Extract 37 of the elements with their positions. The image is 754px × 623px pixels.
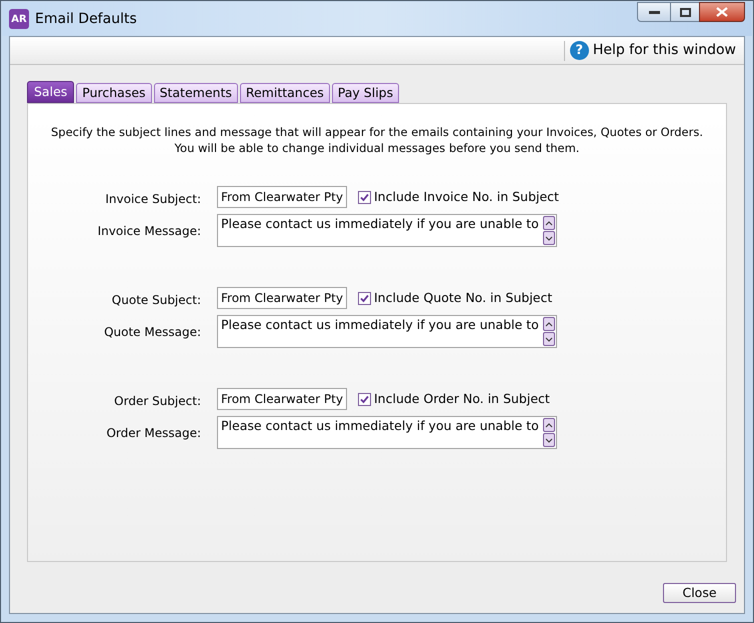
checkbox-label: Include Quote No. in Subject	[374, 288, 552, 307]
close-icon	[716, 7, 728, 17]
checkbox-label: Include Order No. in Subject	[374, 390, 550, 408]
close-button[interactable]: Close	[663, 583, 736, 603]
tab[interactable]: Statements	[154, 83, 238, 103]
app-logo-icon: AR	[9, 9, 29, 29]
help-icon: ?	[570, 41, 589, 60]
tab[interactable]: Purchases	[76, 83, 152, 103]
tab[interactable]: Pay Slips	[332, 83, 400, 103]
field-label: Invoice Message:	[96, 223, 202, 240]
minimize-button[interactable]	[637, 2, 671, 22]
window-title: Email Defaults	[35, 10, 137, 28]
help-button[interactable]: ? Help for this window	[570, 40, 736, 61]
subject-field[interactable]: From Clearwater Pty	[217, 287, 347, 309]
instruction-text: Specify the subject lines and message that will appear for the emails containing your Invoices, Quotes or Orders.	[51, 124, 703, 140]
subject-field[interactable]: From Clearwater Pty	[217, 186, 347, 208]
scroll-arrows[interactable]	[542, 418, 555, 447]
tab[interactable]: Remittances	[240, 83, 330, 103]
message-field[interactable]: Please contact us immediately if you are unable to	[217, 315, 557, 348]
maximize-button[interactable]	[671, 2, 699, 22]
close-window-button[interactable]	[699, 2, 745, 22]
subject-field[interactable]: From Clearwater Pty	[217, 388, 347, 410]
field-label: Quote Message:	[103, 324, 202, 341]
instruction-text: You will be able to change individual messages before you send them.	[174, 140, 580, 156]
scroll-arrows[interactable]	[542, 216, 555, 245]
checkbox-label: Include Invoice No. in Subject	[374, 188, 559, 206]
message-field[interactable]: Please contact us immediately if you are unable to	[217, 214, 557, 247]
field-label: Order Subject:	[113, 393, 202, 410]
checkbox[interactable]	[358, 392, 371, 406]
checkbox[interactable]	[358, 292, 371, 304]
scroll-arrows[interactable]	[542, 317, 555, 346]
field-label: Invoice Subject:	[104, 191, 202, 208]
checkbox[interactable]	[358, 190, 371, 204]
tab[interactable]: Sales	[27, 81, 74, 103]
field-label: Order Message:	[105, 425, 202, 442]
message-field[interactable]: Please contact us immediately if you are unable to	[217, 416, 557, 449]
field-label: Quote Subject:	[110, 292, 202, 309]
